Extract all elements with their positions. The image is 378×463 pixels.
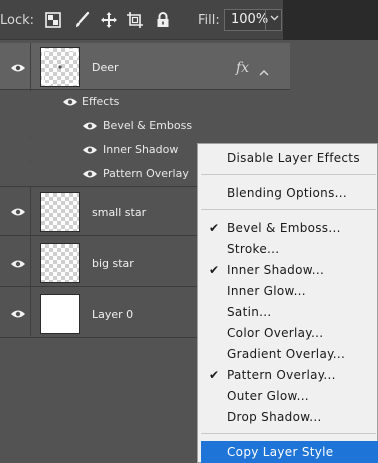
visibility-eye-icon[interactable] bbox=[10, 259, 26, 269]
check-icon: ✔ bbox=[209, 263, 220, 277]
check-icon: ✔ bbox=[209, 368, 220, 382]
visibility-eye-icon[interactable] bbox=[10, 63, 26, 73]
menu-item-copy-layer-style[interactable]: Copy Layer Style bbox=[201, 441, 378, 463]
layer-thumbnail[interactable] bbox=[40, 294, 80, 334]
menu-item-inner-shadow[interactable]: ✔ Inner Shadow... bbox=[201, 259, 378, 281]
menu-item-bevel-emboss[interactable]: ✔ Bevel & Emboss... bbox=[201, 217, 378, 239]
layer-name: Deer bbox=[92, 61, 119, 74]
effect-label: Pattern Overlay bbox=[103, 167, 189, 180]
effect-visibility-eye-icon[interactable] bbox=[82, 169, 98, 179]
effects-visibility-eye-icon[interactable] bbox=[62, 97, 78, 107]
lock-image-pixels-icon[interactable] bbox=[73, 11, 91, 29]
layer-name: Layer 0 bbox=[92, 308, 134, 321]
menu-separator bbox=[201, 174, 376, 175]
menu-item-gradient-overlay[interactable]: Gradient Overlay... bbox=[201, 343, 378, 365]
menu-item-outer-glow[interactable]: Outer Glow... bbox=[201, 385, 378, 407]
visibility-eye-icon[interactable] bbox=[10, 309, 26, 319]
menu-item-disable-layer-effects[interactable]: Disable Layer Effects bbox=[201, 147, 378, 169]
effect-visibility-eye-icon[interactable] bbox=[82, 145, 98, 155]
menu-item-pattern-overlay[interactable]: ✔ Pattern Overlay... bbox=[201, 364, 378, 386]
layer-thumbnail[interactable] bbox=[40, 47, 80, 87]
lock-artboard-icon[interactable] bbox=[126, 11, 144, 29]
lock-label: Lock: bbox=[0, 13, 35, 28]
layer-thumbnail[interactable] bbox=[40, 243, 80, 283]
effects-group-row[interactable] bbox=[0, 91, 290, 114]
layer-effects-fx-icon[interactable]: fx bbox=[236, 60, 249, 76]
layer-thumbnail[interactable] bbox=[40, 192, 80, 232]
menu-item-inner-glow[interactable]: Inner Glow... bbox=[201, 280, 378, 302]
chevron-down-icon bbox=[270, 15, 278, 21]
collapse-effects-chevron-icon[interactable] bbox=[259, 62, 269, 81]
fill-label: Fill: bbox=[198, 13, 220, 28]
menu-item-drop-shadow[interactable]: Drop Shadow... bbox=[201, 406, 378, 428]
menu-item-satin[interactable]: Satin... bbox=[201, 301, 378, 323]
check-icon: ✔ bbox=[209, 221, 220, 235]
effect-label: Bevel & Emboss bbox=[103, 119, 193, 132]
menu-separator bbox=[201, 209, 376, 210]
toolbar-dark-area bbox=[283, 0, 378, 40]
lock-position-icon[interactable] bbox=[100, 11, 118, 29]
effect-label: Inner Shadow bbox=[103, 143, 179, 156]
effects-header-label: Effects bbox=[82, 95, 120, 108]
lock-transparent-pixels-icon[interactable] bbox=[44, 11, 62, 29]
fill-dropdown-button[interactable] bbox=[265, 9, 282, 31]
menu-item-color-overlay[interactable]: Color Overlay... bbox=[201, 322, 378, 344]
visibility-eye-icon[interactable] bbox=[10, 207, 26, 217]
effect-visibility-eye-icon[interactable] bbox=[82, 121, 98, 131]
lock-all-icon[interactable] bbox=[154, 11, 172, 29]
layer-name: small star bbox=[92, 206, 147, 219]
menu-item-stroke[interactable]: Stroke... bbox=[201, 238, 378, 260]
menu-separator bbox=[201, 433, 376, 434]
layer-name: big star bbox=[92, 257, 134, 270]
menu-item-blending-options[interactable]: Blending Options... bbox=[201, 182, 378, 204]
fill-value: 100% bbox=[231, 12, 269, 27]
